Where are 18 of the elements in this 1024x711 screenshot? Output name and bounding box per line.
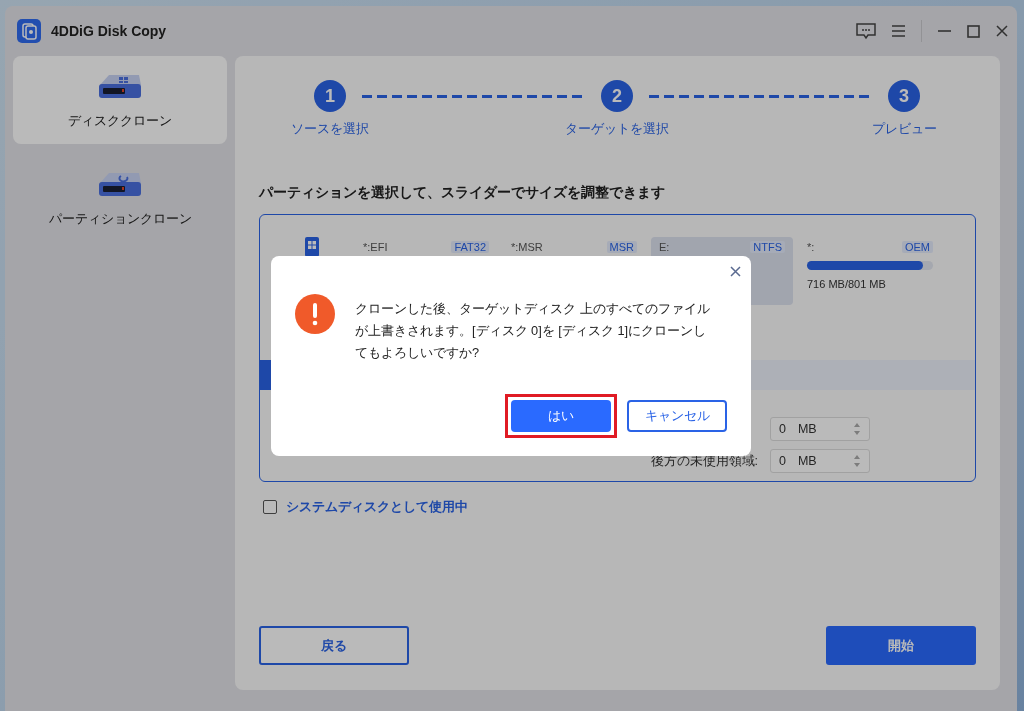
file-system-tag: OEM (901, 241, 933, 253)
step-label: ターゲットを選択 (565, 120, 669, 138)
section-heading: パーティションを選択して、スライダーでサイズを調整できます (259, 184, 666, 202)
step-number: 3 (888, 80, 920, 112)
step-number: 2 (601, 80, 633, 112)
step-label: プレビュー (871, 120, 937, 138)
window-title: 4DDiG Disk Copy (51, 23, 167, 39)
file-system-tag: MSR (606, 241, 637, 253)
partition-name: *:EFI (363, 241, 388, 253)
step-number: 1 (314, 80, 346, 112)
file-system-tag: NTFS (750, 241, 785, 253)
step-label: ソースを選択 (291, 120, 369, 138)
partition-name: E: (659, 241, 670, 253)
dialog-message: クローンした後、ターゲットディスク 上のすべてのファイルが上書きされます。[ディスク 0]を [ディスク 1]にクローンしてもよろしいですか? (355, 300, 711, 362)
usage-text: 716 MB/801 MB (807, 278, 887, 290)
partition-name: *:MSR (511, 241, 543, 253)
partition-name: *: (807, 241, 815, 253)
file-system-tag: FAT32 (451, 241, 489, 253)
